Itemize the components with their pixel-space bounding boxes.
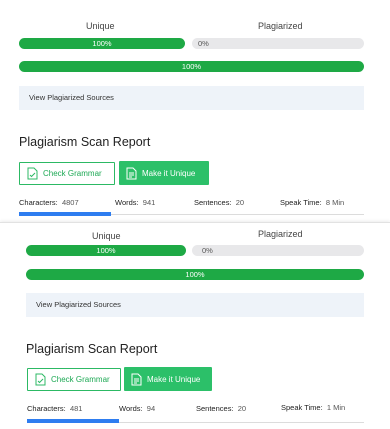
unique-header: Unique: [92, 231, 121, 241]
make-it-unique-button[interactable]: Make it Unique: [124, 367, 212, 391]
speak-time-value: 1 Min: [326, 403, 346, 412]
words-stat: Words: 941: [115, 198, 155, 207]
words-stat: Words: 94: [119, 404, 155, 413]
check-grammar-button[interactable]: Check Grammar: [27, 368, 121, 391]
make-it-unique-button[interactable]: Make it Unique: [119, 161, 209, 185]
unique-percent-bar: 100%: [26, 245, 186, 256]
sentences-value: 20: [237, 404, 247, 413]
speak-time-stat: Speak Time: 1 Min: [281, 403, 345, 412]
document-edit-icon: [131, 373, 142, 385]
unique-header: Unique: [86, 21, 115, 31]
view-plagiarized-sources-link[interactable]: View Plagiarized Sources: [19, 86, 364, 110]
overall-unique-bar: 100%: [26, 269, 364, 280]
plagiarized-header: Plagiarized: [258, 21, 303, 31]
length-indicator-bar: [27, 419, 119, 423]
characters-stat: Characters: 4807: [19, 198, 79, 207]
characters-label: Characters:: [27, 404, 66, 413]
characters-stat: Characters: 481: [27, 404, 82, 413]
sentences-label: Sentences:: [196, 404, 234, 413]
words-value: 941: [142, 198, 156, 207]
document-check-icon: [35, 373, 46, 386]
characters-value: 4807: [61, 198, 79, 207]
words-label: Words:: [119, 404, 143, 413]
check-grammar-button[interactable]: Check Grammar: [19, 162, 115, 185]
speak-time-label: Speak Time:: [280, 198, 322, 207]
sentences-value: 20: [235, 198, 245, 207]
sentences-label: Sentences:: [194, 198, 232, 207]
make-it-unique-label: Make it Unique: [142, 168, 196, 178]
scan-result-panel: Unique Plagiarized 100% 0% 100% View Pla…: [0, 0, 390, 218]
plagiarized-percent-bar: [192, 245, 364, 256]
plagiarized-percent-value: 0%: [198, 39, 209, 48]
words-value: 94: [146, 404, 156, 413]
check-grammar-label: Check Grammar: [43, 169, 102, 178]
characters-value: 481: [69, 404, 83, 413]
speak-time-stat: Speak Time: 8 Min: [280, 198, 344, 207]
document-check-icon: [27, 167, 38, 180]
characters-label: Characters:: [19, 198, 58, 207]
words-label: Words:: [115, 198, 139, 207]
check-grammar-label: Check Grammar: [51, 375, 110, 384]
unique-percent-bar: 100%: [19, 38, 185, 49]
overall-unique-bar: 100%: [19, 61, 364, 72]
plagiarized-percent-bar: [192, 38, 364, 49]
make-it-unique-label: Make it Unique: [147, 374, 201, 384]
view-plagiarized-sources-link[interactable]: View Plagiarized Sources: [26, 293, 364, 317]
plagiarized-header: Plagiarized: [258, 229, 303, 239]
speak-time-label: Speak Time:: [281, 403, 323, 412]
scan-result-panel: Unique Plagiarized 100% 0% 100% View Pla…: [0, 222, 390, 429]
speak-time-value: 8 Min: [325, 198, 345, 207]
report-title: Plagiarism Scan Report: [26, 342, 158, 356]
document-edit-icon: [126, 167, 137, 179]
report-title: Plagiarism Scan Report: [19, 135, 151, 149]
plagiarized-percent-value: 0%: [202, 246, 213, 255]
length-indicator-bar: [19, 212, 111, 216]
sentences-stat: Sentences: 20: [196, 404, 246, 413]
sentences-stat: Sentences: 20: [194, 198, 244, 207]
